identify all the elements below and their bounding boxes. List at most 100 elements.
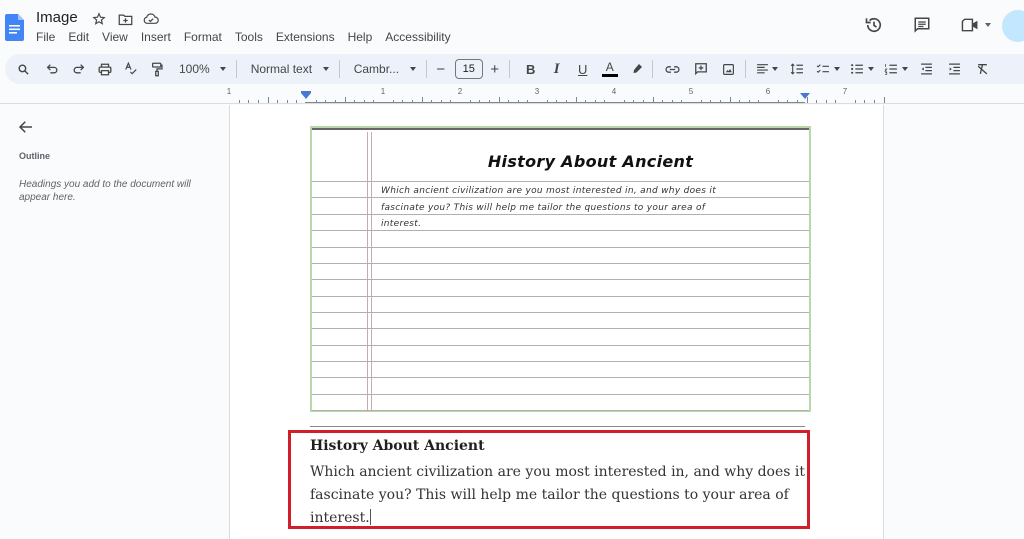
checklist-button[interactable] [816, 57, 840, 81]
google-docs-logo-icon[interactable] [5, 14, 24, 41]
font-family-value: Cambr... [353, 62, 400, 76]
redo-button[interactable] [69, 57, 87, 81]
close-outline-button[interactable] [17, 118, 37, 138]
align-button[interactable] [756, 57, 778, 81]
ruler-tick [710, 100, 712, 103]
font-size-value[interactable]: 15 [454, 59, 483, 79]
ruler-tick [787, 100, 789, 103]
italic-button[interactable]: I [548, 57, 566, 81]
increase-font-size-button[interactable]: + [487, 57, 503, 81]
add-comment-button[interactable] [691, 57, 711, 81]
add-comment-icon [694, 63, 707, 76]
document-page[interactable]: History About Ancient Which ancient civi… [229, 105, 884, 539]
numbered-list-icon [883, 64, 897, 75]
bulleted-list-dropdown-caret-icon [867, 67, 874, 71]
meet-icon[interactable] [958, 13, 994, 37]
notebook-rule-line [312, 377, 809, 378]
spellcheck-icon [125, 62, 137, 75]
ruler-number: 4 [611, 87, 617, 96]
ruler-tick [758, 100, 760, 103]
ruler-number: 1 [380, 87, 386, 96]
comments-icon[interactable] [910, 13, 934, 37]
paint-format-button[interactable] [147, 57, 167, 81]
toolbar-divider [425, 60, 427, 78]
document-heading[interactable]: History About Ancient [310, 438, 485, 454]
ruler-tick [662, 100, 664, 103]
ruler-tick [267, 97, 269, 103]
menu-accessibility[interactable]: Accessibility [385, 30, 456, 44]
ruler-tick [488, 100, 490, 103]
insert-image-button[interactable] [719, 57, 739, 81]
body-text[interactable]: Which ancient civilization are you most … [310, 464, 805, 526]
toolbar-divider [235, 60, 237, 78]
print-button[interactable] [95, 57, 115, 81]
move-to-folder-icon[interactable] [116, 10, 134, 28]
plus-icon: + [490, 60, 500, 78]
paint-format-icon [152, 62, 163, 76]
document-body-text[interactable]: Which ancient civilization are you most … [310, 461, 810, 530]
style-dropdown-caret-icon [322, 67, 329, 71]
bulleted-list-button[interactable] [850, 57, 874, 81]
ruler-tick [392, 100, 394, 103]
spelling-check-button[interactable] [121, 57, 141, 81]
horizontal-ruler[interactable]: 1 1 2 3 4 5 6 7 [0, 86, 1024, 104]
clear-formatting-button[interactable] [974, 57, 992, 81]
ruler-number: 1 [226, 87, 232, 96]
embedded-notebook-image[interactable]: History About Ancient Which ancient civi… [310, 126, 811, 412]
ruler-tick [565, 100, 567, 103]
zoom-select[interactable]: 100% [179, 57, 226, 81]
menu-extensions[interactable]: Extensions [276, 30, 341, 44]
undo-button[interactable] [43, 57, 61, 81]
notebook-rule-line [312, 361, 809, 362]
document-title[interactable]: Image [36, 9, 78, 26]
account-avatar[interactable] [1002, 10, 1024, 42]
menu-edit[interactable]: Edit [68, 30, 95, 44]
right-indent-marker[interactable] [800, 93, 810, 99]
version-history-icon[interactable] [862, 13, 886, 37]
increase-indent-button[interactable] [946, 57, 964, 81]
insert-link-button[interactable] [663, 57, 683, 81]
ruler-tick [633, 100, 635, 103]
notebook-rule-line [312, 279, 809, 280]
underline-button[interactable]: U [574, 57, 592, 81]
ruler-tick [344, 97, 346, 103]
bold-button[interactable]: B [522, 57, 540, 81]
paragraph-style-select[interactable]: Normal text [247, 57, 333, 81]
underline-icon: U [578, 61, 588, 77]
menu-tools[interactable]: Tools [235, 30, 269, 44]
toolbar-divider [651, 60, 653, 78]
ruler-tick [642, 100, 644, 103]
menu-file[interactable]: File [36, 30, 61, 44]
print-icon [98, 63, 112, 75]
menu-help[interactable]: Help [348, 30, 379, 44]
horizontal-rule [310, 426, 805, 427]
numbered-list-button[interactable] [883, 57, 908, 81]
line-spacing-button[interactable] [788, 57, 806, 81]
highlighter-icon [633, 64, 642, 73]
notebook-rule-line [312, 328, 809, 329]
meet-dropdown-caret-icon[interactable] [985, 23, 991, 27]
checklist-icon [816, 64, 829, 73]
ruler-tick [739, 100, 741, 103]
notebook-top-line [312, 128, 809, 130]
decrease-font-size-button[interactable]: − [433, 57, 449, 81]
text-color-button[interactable]: A [600, 57, 620, 81]
cloud-saved-icon[interactable] [142, 10, 160, 28]
ruler-tick [575, 97, 577, 103]
search-menus-button[interactable] [13, 57, 33, 81]
redo-icon [73, 64, 84, 74]
ruler-tick [873, 100, 875, 103]
font-family-select[interactable]: Cambr... [350, 57, 420, 81]
ruler-tick [373, 100, 375, 103]
menu-insert[interactable]: Insert [141, 30, 177, 44]
toolbar-divider [338, 60, 340, 78]
menu-view[interactable]: View [102, 30, 134, 44]
highlight-color-button[interactable] [628, 57, 646, 81]
ruler-tick [623, 100, 625, 103]
font-size-input[interactable]: 15 [454, 57, 483, 81]
increase-indent-icon [949, 63, 961, 75]
decrease-indent-button[interactable] [918, 57, 936, 81]
star-icon[interactable] [90, 10, 108, 28]
left-indent-marker[interactable] [301, 93, 311, 99]
menu-format[interactable]: Format [184, 30, 228, 44]
